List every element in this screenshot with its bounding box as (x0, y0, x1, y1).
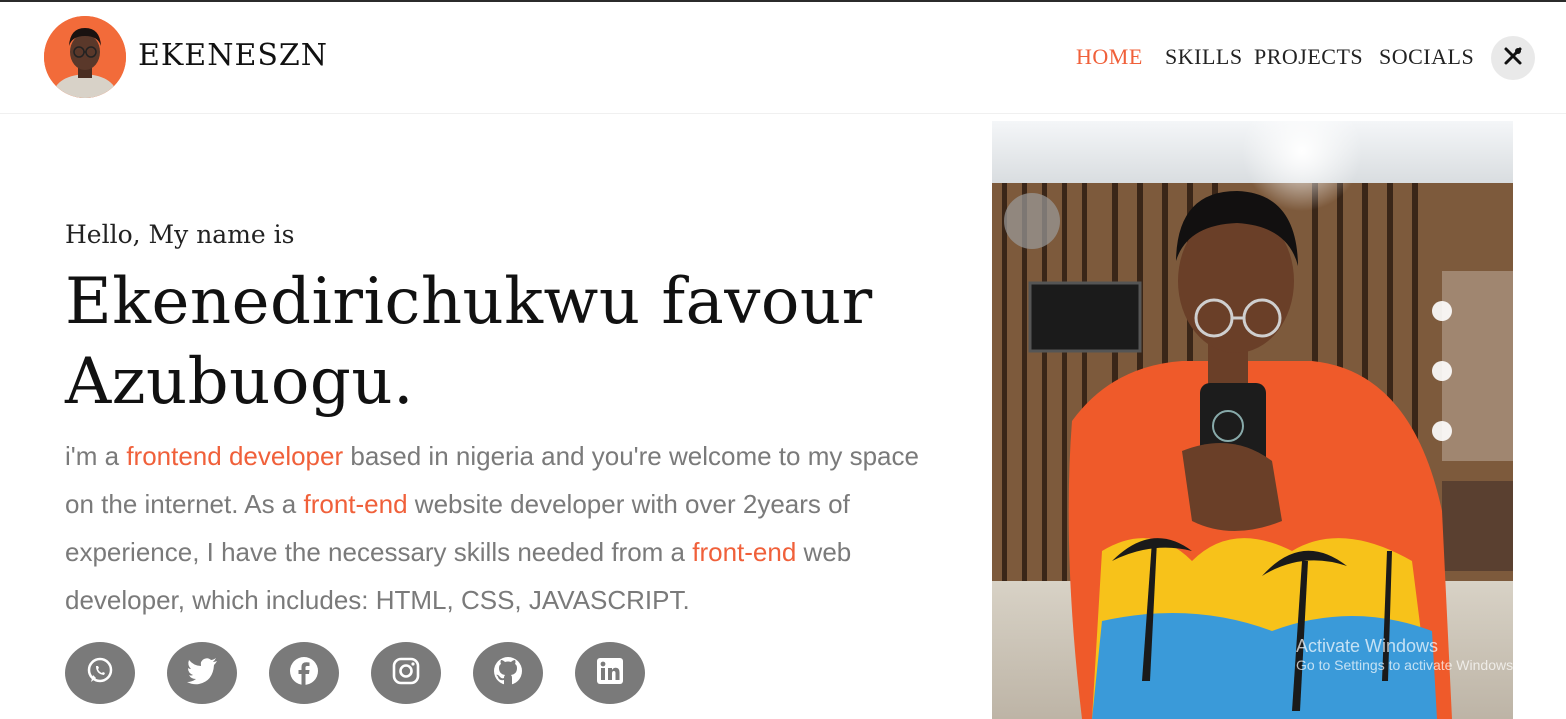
github-icon (493, 656, 523, 690)
whatsapp-icon (85, 656, 115, 690)
whatsapp-button[interactable] (65, 642, 135, 704)
tools-icon (1503, 46, 1523, 70)
facebook-button[interactable] (269, 642, 339, 704)
linkedin-button[interactable] (575, 642, 645, 704)
watermark-subtitle: Go to Settings to activate Windows. (1296, 657, 1517, 673)
brand-name[interactable]: EKENESZN (138, 38, 328, 73)
nav-socials[interactable]: SOCIALS (1379, 44, 1474, 70)
instagram-button[interactable] (371, 642, 441, 704)
bio-highlight: frontend developer (126, 441, 344, 471)
bio-highlight: front-end (692, 537, 797, 567)
hero-bio: i'm a frontend developer based in nigeri… (65, 432, 945, 624)
nav-skills[interactable]: SKILLS (1165, 44, 1243, 70)
hero-name: Ekenedirichukwu favour Azubuogu. (65, 265, 873, 419)
site-header: EKENESZN HOME SKILLS PROJECTS SOCIALS (0, 2, 1566, 114)
bio-highlight: front-end (303, 489, 408, 519)
profile-avatar[interactable] (44, 16, 126, 98)
social-links (65, 642, 645, 704)
watermark-title: Activate Windows (1296, 636, 1439, 656)
windows-activation-watermark: Activate Windows Go to Settings to activ… (1296, 636, 1517, 673)
instagram-icon (392, 657, 420, 689)
twitter-button[interactable] (167, 642, 237, 704)
profile-photo (992, 121, 1513, 719)
facebook-icon (289, 656, 319, 690)
twitter-icon (186, 657, 218, 689)
linkedin-icon (596, 657, 624, 689)
hero-greeting: Hello, My name is (65, 220, 295, 249)
nav-home[interactable]: HOME (1076, 44, 1143, 70)
theme-toggle-button[interactable] (1491, 36, 1535, 80)
github-button[interactable] (473, 642, 543, 704)
nav-projects[interactable]: PROJECTS (1254, 44, 1363, 70)
bio-text: i'm a (65, 441, 127, 471)
